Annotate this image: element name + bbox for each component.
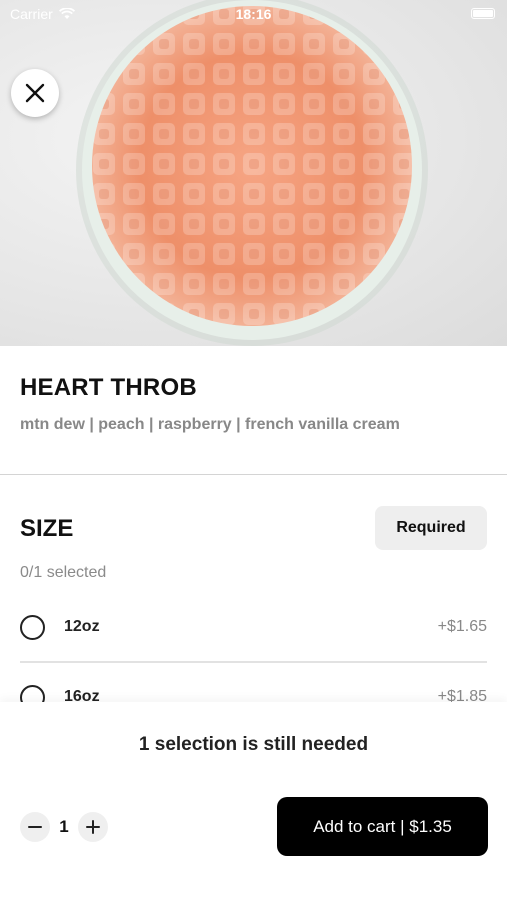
cart-footer: 1 selection is still needed 1 Add to car… — [0, 702, 507, 900]
selection-notice: 1 selection is still needed — [138, 734, 369, 755]
option-price: +$1.65 — [437, 618, 487, 635]
quantity-value: 1 — [59, 817, 69, 836]
required-badge: Required — [375, 506, 487, 550]
radio-button[interactable] — [20, 614, 45, 640]
option-name: 12oz — [64, 618, 100, 635]
selected-count: 0/1 selected — [20, 564, 107, 581]
product-image — [0, 0, 507, 346]
increase-quantity-button[interactable] — [78, 812, 108, 842]
product-subtitle: mtn dew | peach | raspberry | french van… — [20, 416, 400, 433]
add-to-cart-button[interactable]: Add to cart | $1.35 — [277, 797, 488, 856]
product-title: HEART THROB — [20, 374, 197, 401]
section-divider — [0, 474, 507, 475]
size-section-title: SIZE — [20, 515, 74, 542]
drink-cup-illustration — [76, 0, 428, 346]
decrease-quantity-button[interactable] — [20, 812, 50, 842]
minus-icon — [28, 826, 42, 828]
plus-icon — [86, 820, 100, 834]
battery-icon — [471, 8, 495, 19]
quantity-stepper: 1 — [20, 812, 108, 842]
close-button[interactable] — [11, 69, 59, 117]
close-icon — [25, 83, 45, 103]
status-bar: Carrier 18:16 — [0, 0, 507, 28]
option-divider — [20, 661, 487, 663]
size-option-12oz[interactable]: 12oz +$1.65 — [20, 607, 487, 647]
status-time: 18:16 — [235, 6, 272, 22]
